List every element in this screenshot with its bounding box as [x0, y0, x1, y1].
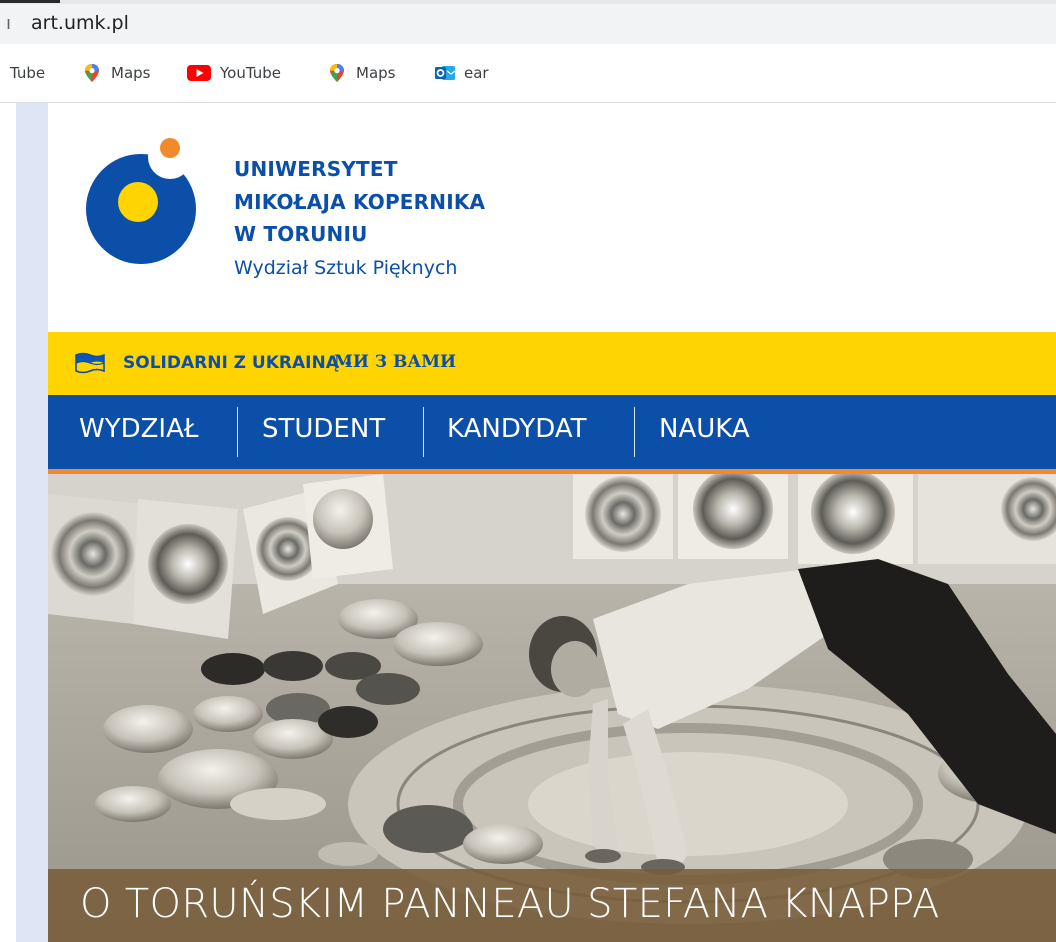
university-name-line2[interactable]: MIKOŁAJA KOPERNIKA: [234, 190, 485, 214]
maps-pin-icon: [327, 63, 347, 83]
bookmark-label: YouTube: [220, 64, 281, 82]
university-name-line1[interactable]: UNIWERSYTET: [234, 157, 398, 181]
nav-item-kandydat[interactable]: KANDYDAT: [447, 414, 587, 444]
bookmark-label: Maps: [111, 64, 151, 82]
youtube-icon: [187, 63, 211, 83]
bookmark-label: Tube: [10, 64, 46, 82]
hero-image[interactable]: O TORUŃSKIM PANNEAU STEFANA KNAPPA: [48, 474, 1056, 942]
left-gutter: [0, 103, 16, 942]
maps-pin-icon: [82, 63, 102, 83]
nav-item-wydzial[interactable]: WYDZIAŁ: [79, 414, 199, 444]
nav-separator: [634, 407, 635, 457]
ukraine-flag-icon: [75, 352, 105, 374]
bookmark-maps-1[interactable]: Maps: [82, 62, 150, 84]
outlook-icon: [435, 63, 456, 83]
bookmark-maps-2[interactable]: Maps: [327, 62, 395, 84]
nav-separator: [423, 407, 424, 457]
nav-separator: [237, 407, 238, 457]
umk-logo-icon[interactable]: [86, 134, 196, 264]
bookmarks-bar: Tube Maps YouTube Maps ear: [0, 44, 1056, 103]
main-navigation: WYDZIAŁ STUDENT KANDYDAT NAUKA: [48, 395, 1056, 469]
banner-text-polish: SOLIDARNI Z UKRAINĄ -: [123, 353, 352, 373]
bookmark-youtube[interactable]: YouTube: [187, 62, 281, 84]
url-text[interactable]: art.umk.pl: [31, 12, 129, 34]
banner-text-ukrainian: МИ З ВАМИ: [334, 352, 457, 372]
bookmark-label: ear: [464, 64, 489, 82]
ukraine-solidarity-banner[interactable]: SOLIDARNI Z UKRAINĄ - МИ З ВАМИ: [48, 332, 1056, 395]
page-side-frame: [16, 103, 48, 942]
faculty-name[interactable]: Wydział Sztuk Pięknych: [234, 257, 457, 279]
url-prefix: ı: [6, 13, 12, 33]
address-bar[interactable]: ı art.umk.pl: [0, 4, 1056, 44]
bookmark-youtube-partial[interactable]: Tube: [10, 62, 45, 84]
university-name-line3[interactable]: W TORUNIU: [234, 222, 368, 246]
bookmark-outlook[interactable]: ear: [435, 62, 489, 84]
bookmark-label: Maps: [356, 64, 396, 82]
nav-item-nauka[interactable]: NAUKA: [659, 414, 750, 444]
nav-item-student[interactable]: STUDENT: [262, 414, 385, 444]
hero-caption[interactable]: O TORUŃSKIM PANNEAU STEFANA KNAPPA: [80, 881, 940, 927]
webpage: UNIWERSYTET MIKOŁAJA KOPERNIKA W TORUNIU…: [48, 103, 1056, 942]
hero-caption-band: O TORUŃSKIM PANNEAU STEFANA KNAPPA: [48, 869, 1056, 942]
